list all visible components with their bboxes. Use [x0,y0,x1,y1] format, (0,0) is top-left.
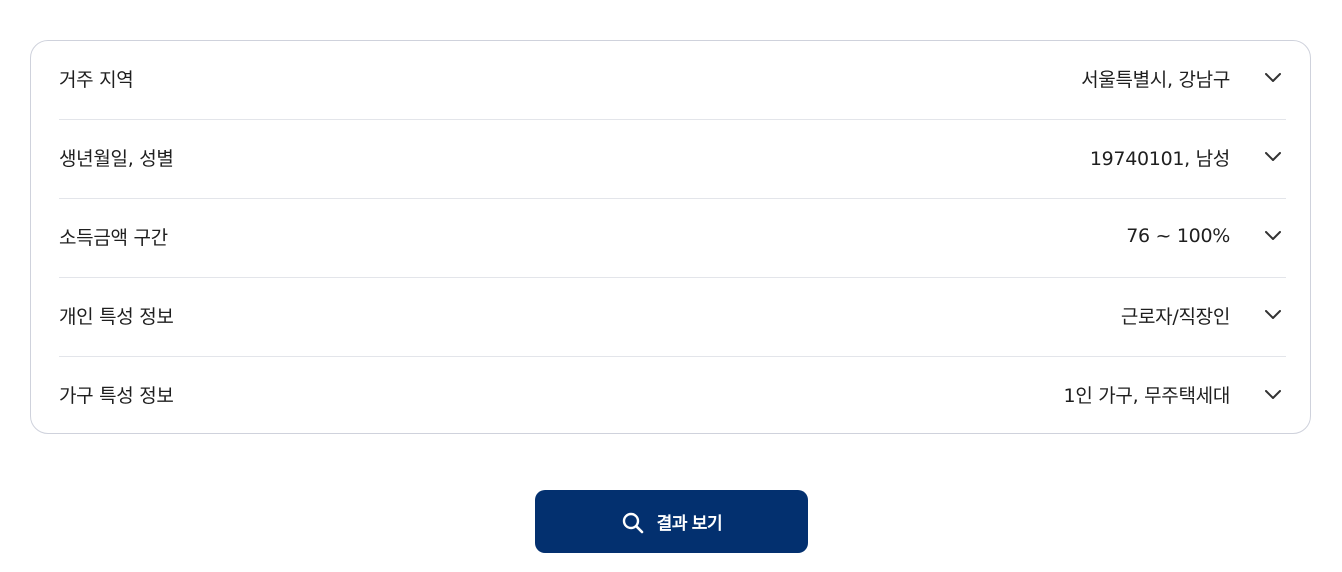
filter-row-label: 가구 특성 정보 [59,385,174,407]
chevron-down-icon[interactable] [1264,148,1282,166]
filter-row-region[interactable]: 거주 지역 서울특별시, 강남구 [59,41,1286,120]
filter-row-right: 1인 가구, 무주택세대 [1064,381,1286,408]
filter-summary-card: 거주 지역 서울특별시, 강남구 생년월일, 성별 19740101, 남성 소… [30,40,1311,434]
filter-row-label: 소득금액 구간 [59,226,168,249]
filter-row-value: 1인 가구, 무주택세대 [1063,385,1231,407]
search-icon [621,511,645,535]
filter-row-value: 76 ~ 100% [1126,225,1230,247]
filter-row-value: 근로자/직장인 [1120,305,1230,328]
chevron-down-icon[interactable] [1264,69,1282,87]
view-results-label: 결과 보기 [656,514,723,533]
filter-row-income[interactable]: 소득금액 구간 76 ~ 100% [59,199,1286,278]
filter-row-right: 76 ~ 100% [1126,225,1286,247]
chevron-down-icon[interactable] [1264,386,1282,404]
filter-row-value: 서울특별시, 강남구 [1081,68,1230,91]
filter-row-value: 19740101, 남성 [1089,147,1230,170]
chevron-down-icon[interactable] [1264,227,1282,245]
chevron-down-icon[interactable] [1264,306,1282,324]
filter-row-right: 서울특별시, 강남구 [1081,65,1286,92]
filter-row-right: 근로자/직장인 [1121,302,1286,329]
filter-row-label: 개인 특성 정보 [59,305,174,328]
filter-row-right: 19740101, 남성 [1090,144,1286,171]
filter-row-birthdate-gender[interactable]: 생년월일, 성별 19740101, 남성 [59,120,1286,199]
view-results-button[interactable]: 결과 보기 [535,490,808,553]
filter-row-label: 생년월일, 성별 [59,147,174,170]
filter-row-label: 거주 지역 [59,68,134,91]
filter-row-household[interactable]: 가구 특성 정보 1인 가구, 무주택세대 [59,357,1286,436]
filter-row-personal[interactable]: 개인 특성 정보 근로자/직장인 [59,278,1286,357]
